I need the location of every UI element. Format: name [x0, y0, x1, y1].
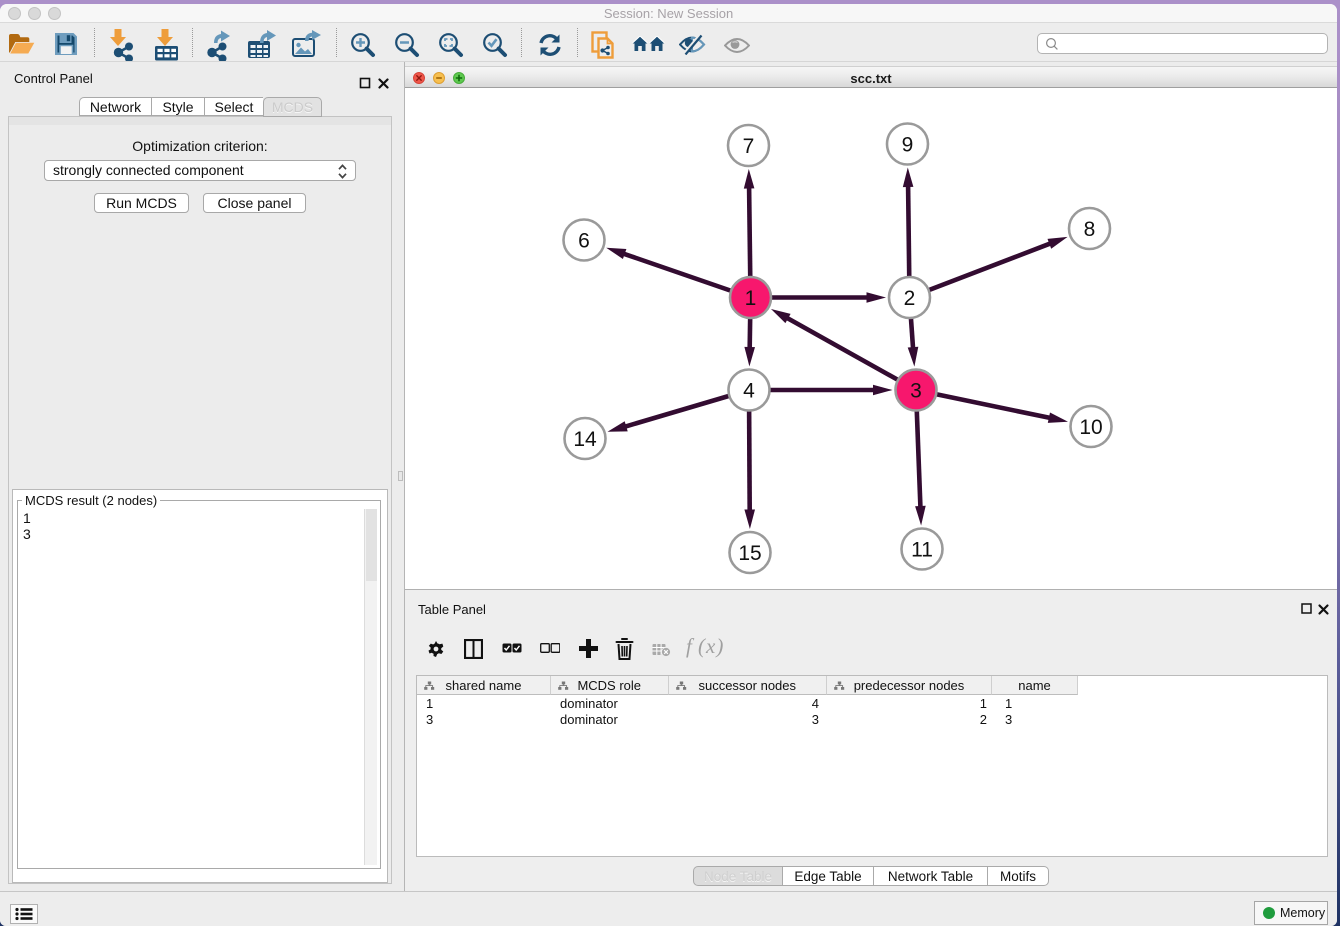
svg-text:8: 8 [1084, 218, 1096, 241]
svg-text:11: 11 [911, 539, 933, 562]
svg-text:3: 3 [910, 380, 922, 403]
svg-text:15: 15 [738, 542, 761, 565]
svg-text:9: 9 [902, 134, 914, 157]
svg-text:1: 1 [745, 287, 757, 310]
svg-text:10: 10 [1079, 416, 1102, 439]
svg-text:4: 4 [743, 380, 755, 403]
svg-text:7: 7 [743, 135, 755, 158]
svg-text:6: 6 [578, 230, 590, 253]
svg-text:14: 14 [573, 428, 597, 451]
svg-text:2: 2 [904, 287, 916, 310]
